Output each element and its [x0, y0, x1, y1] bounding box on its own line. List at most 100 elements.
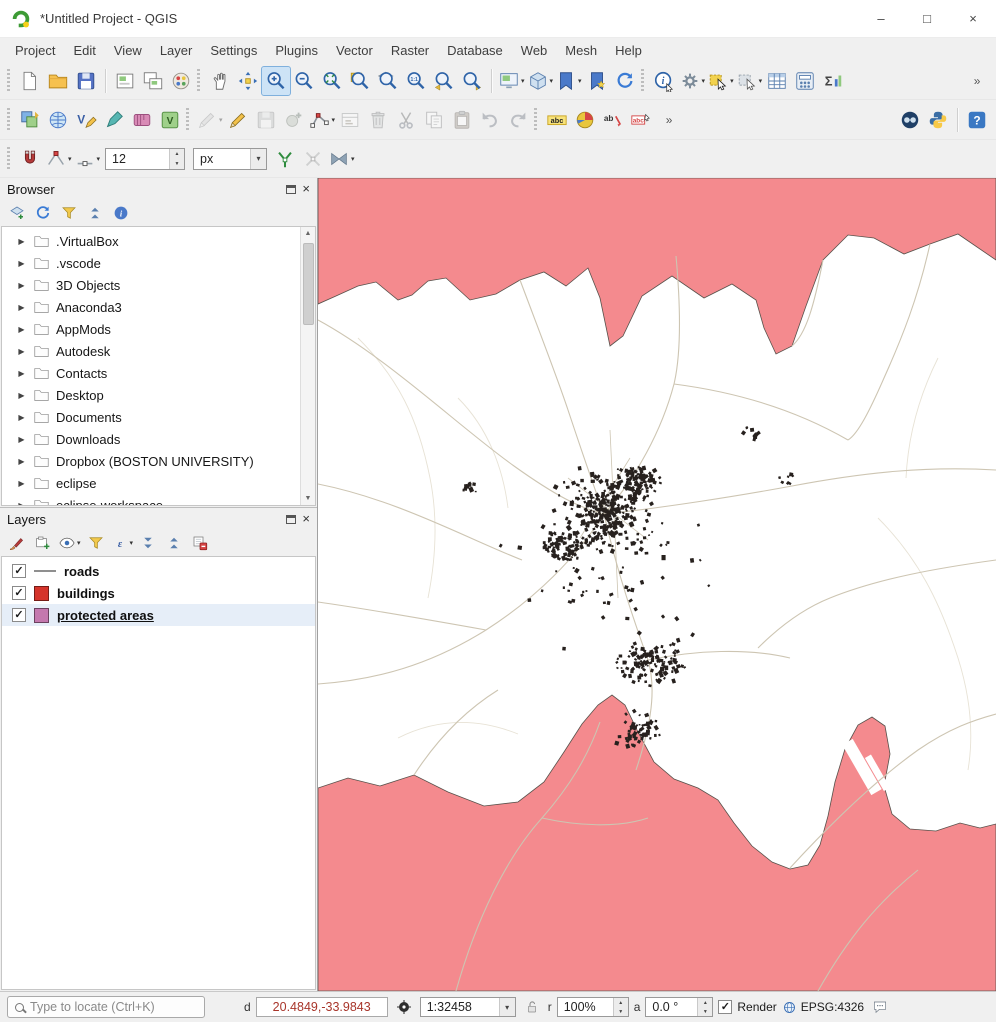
identify-features[interactable]: i: [650, 67, 678, 95]
run-feature-action-dropdown-arrow[interactable]: ▾: [702, 77, 706, 85]
expander-icon[interactable]: ▶: [16, 391, 27, 400]
new-geopackage-layer[interactable]: [100, 106, 128, 134]
zoom-full[interactable]: [318, 67, 346, 95]
new-map-view[interactable]: ▾: [497, 67, 526, 95]
new-3d-map-view[interactable]: ▾: [526, 67, 555, 95]
collapse-all[interactable]: [83, 201, 107, 225]
map-canvas[interactable]: [318, 178, 996, 991]
new-shapefile-layer[interactable]: V: [72, 106, 100, 134]
expander-icon[interactable]: ▶: [16, 501, 27, 506]
open-attribute-table[interactable]: [763, 67, 791, 95]
browser-scrollbar-thumb[interactable]: [303, 243, 314, 325]
toolbar-overflow[interactable]: »: [963, 67, 991, 95]
new-3d-map-view-dropdown-arrow[interactable]: ▾: [550, 77, 554, 85]
zoom-next[interactable]: [458, 67, 486, 95]
rotation-increment[interactable]: ▲: [698, 998, 712, 1007]
show-properties-widget[interactable]: i: [109, 201, 133, 225]
extents-toggle-icon[interactable]: [393, 996, 415, 1018]
zoom-in[interactable]: [262, 67, 290, 95]
add-vector-layer[interactable]: [44, 106, 72, 134]
style-manager[interactable]: [167, 67, 195, 95]
layer-item-buildings[interactable]: ✓buildings: [2, 582, 315, 604]
menu-project[interactable]: Project: [6, 40, 64, 61]
coordinate-display[interactable]: 20.4849,-33.9843: [256, 997, 388, 1017]
open-field-calculator[interactable]: [791, 67, 819, 95]
new-spatialite-layer[interactable]: [128, 106, 156, 134]
snapping-mode-dropdown-arrow[interactable]: ▾: [68, 155, 72, 163]
browser-close-icon[interactable]: ×: [302, 184, 310, 194]
magnifier-spinbox[interactable]: 100% ▲▼: [557, 997, 629, 1017]
expand-all[interactable]: [136, 531, 160, 555]
move-label[interactable]: ab: [599, 106, 627, 134]
expander-icon[interactable]: ▶: [16, 303, 27, 312]
magnifier-decrement[interactable]: ▼: [614, 1007, 628, 1016]
run-feature-action[interactable]: ▾: [678, 67, 707, 95]
deselect-features[interactable]: ▾: [735, 67, 764, 95]
select-features-dropdown-arrow[interactable]: ▾: [730, 77, 734, 85]
snapping-units-combo[interactable]: px▾: [193, 148, 267, 170]
menu-raster[interactable]: Raster: [382, 40, 438, 61]
filter-legend[interactable]: [84, 531, 108, 555]
open-data-source-manager[interactable]: [16, 106, 44, 134]
remove-layer-group[interactable]: [188, 531, 212, 555]
refresh-map[interactable]: [611, 67, 639, 95]
expander-icon[interactable]: ▶: [16, 369, 27, 378]
current-edits-dropdown-arrow[interactable]: ▾: [219, 116, 223, 124]
python-console[interactable]: [924, 106, 952, 134]
menu-mesh[interactable]: Mesh: [556, 40, 606, 61]
add-feature[interactable]: [280, 106, 308, 134]
select-features[interactable]: ▾: [706, 67, 735, 95]
menu-plugins[interactable]: Plugins: [266, 40, 327, 61]
add-group[interactable]: [31, 531, 55, 555]
close-button[interactable]: ×: [950, 0, 996, 37]
layers-close-icon[interactable]: ×: [302, 514, 310, 524]
expander-icon[interactable]: ▶: [16, 457, 27, 466]
expander-icon[interactable]: ▶: [16, 347, 27, 356]
zoom-native-resolution[interactable]: 1:1: [402, 67, 430, 95]
minimize-button[interactable]: –: [858, 0, 904, 37]
cut-features[interactable]: [392, 106, 420, 134]
snapping-on-intersection[interactable]: [299, 145, 327, 173]
deselect-features-dropdown-arrow[interactable]: ▾: [759, 77, 763, 85]
open-layer-styling-panel[interactable]: [5, 531, 29, 555]
layer-visibility-checkbox[interactable]: ✓: [12, 586, 26, 600]
filter-by-expression[interactable]: ε▾: [110, 531, 135, 555]
expander-icon[interactable]: ▶: [16, 435, 27, 444]
self-snapping-dropdown-arrow[interactable]: ▾: [351, 155, 355, 163]
metasearch[interactable]: [896, 106, 924, 134]
redo[interactable]: [504, 106, 532, 134]
browser-item-documents[interactable]: ▶Documents: [2, 406, 300, 428]
menu-database[interactable]: Database: [438, 40, 512, 61]
snapping-tolerance-spinbox[interactable]: 12▲▼: [105, 148, 185, 170]
snapping-tolerance-decrement[interactable]: ▼: [170, 159, 184, 169]
toolbar-handle[interactable]: [534, 108, 537, 132]
browser-float-icon[interactable]: [286, 185, 296, 194]
scale-lock-icon[interactable]: [521, 996, 543, 1018]
toggle-editing[interactable]: [224, 106, 252, 134]
browser-item-3d-objects[interactable]: ▶3D Objects: [2, 274, 300, 296]
statistical-summary[interactable]: Σ: [819, 67, 847, 95]
new-map-view-dropdown-arrow[interactable]: ▾: [521, 77, 525, 85]
locator-input[interactable]: Type to locate (Ctrl+K): [7, 996, 205, 1018]
add-selected-layers[interactable]: [5, 201, 29, 225]
menu-web[interactable]: Web: [512, 40, 557, 61]
open-project[interactable]: [44, 67, 72, 95]
refresh-browser[interactable]: [31, 201, 55, 225]
expander-icon[interactable]: ▶: [16, 259, 27, 268]
enable-snapping[interactable]: [16, 145, 44, 173]
copy-features[interactable]: [420, 106, 448, 134]
toolbar-handle[interactable]: [186, 108, 189, 132]
render-checkbox[interactable]: ✓: [718, 1000, 732, 1014]
snapping-units-dropdown-arrow[interactable]: ▾: [250, 149, 266, 169]
scroll-down-icon[interactable]: ▼: [305, 495, 312, 502]
pan-map[interactable]: [206, 67, 234, 95]
toolbar-handle[interactable]: [641, 69, 644, 93]
menu-layer[interactable]: Layer: [151, 40, 202, 61]
magnifier-increment[interactable]: ▲: [614, 998, 628, 1007]
expander-icon[interactable]: ▶: [16, 413, 27, 422]
collapse-all-layers[interactable]: [162, 531, 186, 555]
scale-combo[interactable]: 1:32458 ▾: [420, 997, 516, 1017]
vertex-tool[interactable]: ▾: [308, 106, 337, 134]
toolbar-handle[interactable]: [7, 108, 10, 132]
layers-float-icon[interactable]: [286, 515, 296, 524]
